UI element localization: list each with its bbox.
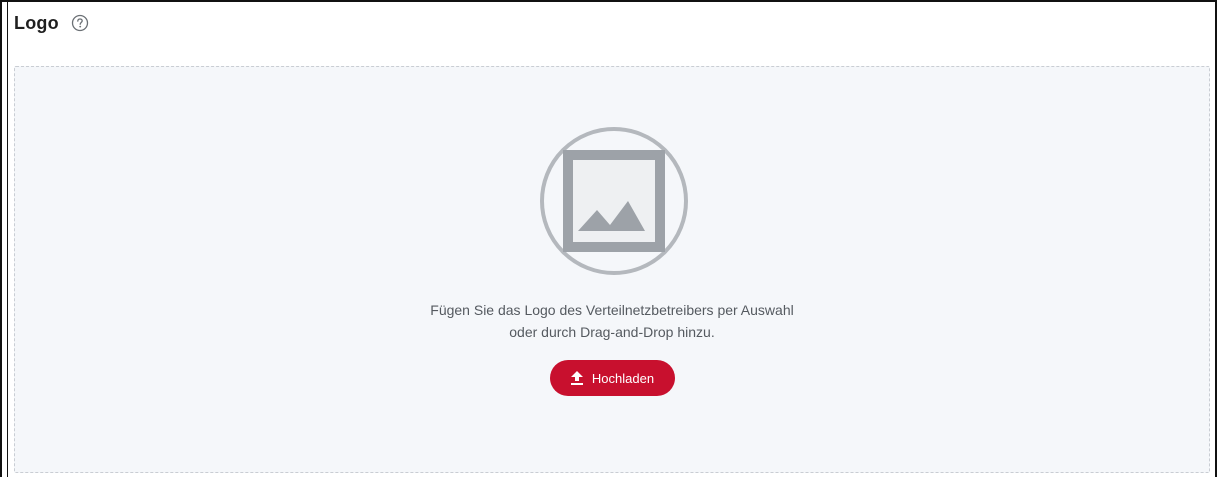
upload-icon [570,371,583,385]
logo-dropzone[interactable]: Fügen Sie das Logo des Verteilnetzbetrei… [14,66,1210,473]
hint-line-2: oder durch Drag-and-Drop hinzu. [509,324,715,340]
upload-button-label: Hochladen [591,370,655,386]
section-header: Logo [14,10,89,36]
upload-button[interactable]: Hochladen [550,360,675,396]
panel-divider [7,0,8,477]
hint-line-1: Fügen Sie das Logo des Verteilnetzbetrei… [430,302,794,318]
section-title: Logo [14,12,59,33]
dropzone-hint: Fügen Sie das Logo des Verteilnetzbetrei… [15,299,1209,343]
question-circle-icon[interactable] [71,14,89,32]
image-placeholder-icon [540,127,688,275]
